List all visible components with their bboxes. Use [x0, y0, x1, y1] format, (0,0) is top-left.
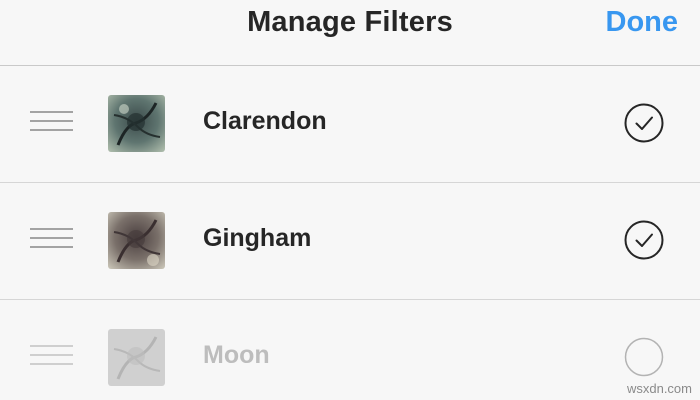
filter-name: Moon — [203, 341, 270, 369]
filter-thumbnail-clarendon — [108, 95, 165, 152]
filter-thumbnail-gingham — [108, 212, 165, 269]
empty-circle-icon[interactable] — [624, 337, 664, 377]
nav-header: Manage Filters Done — [0, 0, 700, 66]
manage-filters-screen: Manage Filters Done Clarendon Gingham Mo… — [0, 0, 700, 400]
filter-thumbnail-moon — [108, 329, 165, 386]
drag-handle-icon[interactable] — [30, 111, 73, 135]
watermark: wsxdn.com — [626, 381, 692, 396]
done-button[interactable]: Done — [606, 6, 679, 39]
filter-row-gingham[interactable]: Gingham — [0, 183, 700, 300]
drag-handle-icon[interactable] — [30, 345, 73, 369]
checkmark-circle-icon[interactable] — [624, 103, 664, 143]
filter-row-clarendon[interactable]: Clarendon — [0, 66, 700, 183]
checkmark-circle-icon[interactable] — [624, 220, 664, 260]
filter-row-moon[interactable]: Moon — [0, 300, 700, 400]
filter-name: Gingham — [203, 224, 312, 252]
drag-handle-icon[interactable] — [30, 228, 73, 252]
filter-name: Clarendon — [203, 107, 327, 135]
page-title: Manage Filters — [247, 6, 453, 38]
